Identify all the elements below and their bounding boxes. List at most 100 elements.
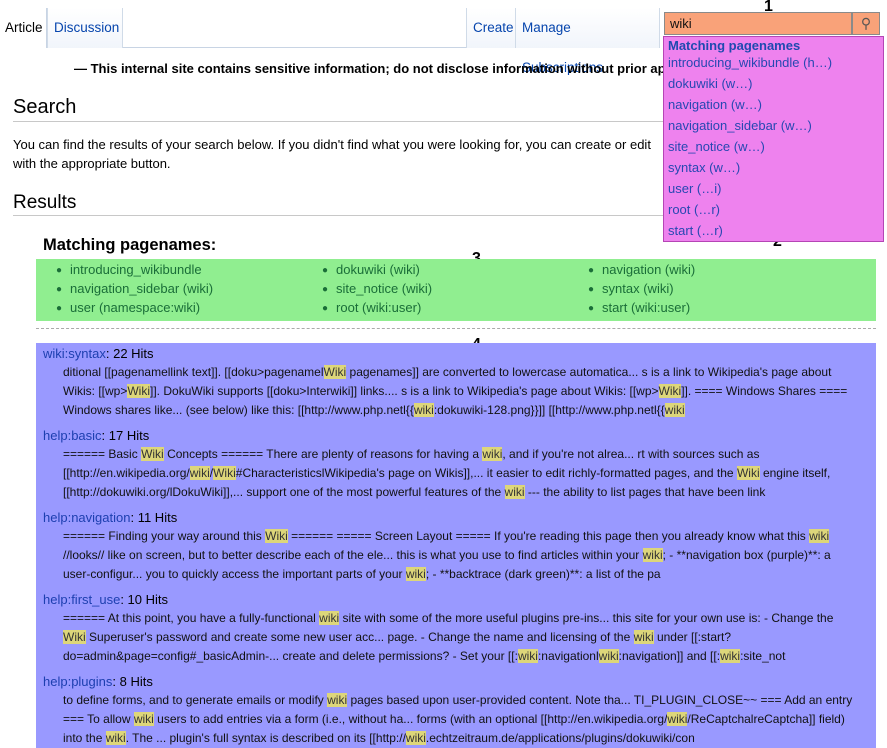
list-item[interactable]: ● introducing_wikibundle — [56, 262, 202, 277]
suggestion-item[interactable]: user (…i) — [668, 181, 721, 196]
highlight: wiki — [405, 731, 426, 745]
hit-count: : 22 Hits — [105, 346, 154, 361]
search-hit: help:first_use: 10 Hits ====== At this po… — [43, 591, 873, 666]
hit-count: : 10 Hits — [120, 592, 169, 607]
search-hit: help:plugins: 8 Hits to define forms, and… — [43, 673, 873, 748]
highlight: wiki — [482, 447, 503, 461]
search-hit: help:navigation: 11 Hits ====== Finding y… — [43, 509, 873, 584]
highlight: wiki — [327, 693, 348, 707]
tab-create[interactable]: Create — [466, 8, 516, 48]
hit-title: help:navigation: 11 Hits — [43, 509, 873, 527]
results-heading: Results — [13, 192, 77, 213]
title-divider — [13, 121, 663, 122]
suggestion-item[interactable]: root (…r) — [668, 202, 720, 217]
search-button[interactable]: ⚲ — [852, 12, 880, 35]
results-separator — [36, 328, 876, 329]
list-item[interactable]: ● site_notice (wiki) — [322, 281, 432, 296]
suggestion-item[interactable]: syntax (w…) — [668, 160, 740, 175]
highlight: wiki — [664, 403, 685, 417]
highlight: Wiki — [127, 384, 151, 398]
hit-page-link[interactable]: help:basic — [43, 428, 102, 443]
suggestion-item[interactable]: navigation_sidebar (w…) — [668, 118, 812, 133]
highlight: Wiki — [736, 466, 760, 480]
list-item[interactable]: ● navigation (wiki) — [588, 262, 695, 277]
hit-snippet-line: === To allow wiki users to add entries v… — [63, 712, 845, 726]
tab-discussion[interactable]: Discussion — [47, 8, 123, 48]
search-input[interactable]: wiki — [664, 12, 852, 35]
list-item[interactable]: ● navigation_sidebar (wiki) — [56, 281, 213, 296]
suggestion-item[interactable]: dokuwiki (w…) — [668, 76, 753, 91]
page-title: Search — [13, 96, 77, 118]
callout-1: 1 — [764, 0, 773, 15]
highlight: wiki — [517, 649, 538, 663]
suggestion-item[interactable]: site_notice (w…) — [668, 139, 765, 154]
hit-count: : 8 Hits — [112, 674, 153, 689]
hit-snippet-line: Windows shares like... (see below) like … — [63, 403, 685, 417]
highlight: wiki — [189, 466, 210, 480]
hit-title: help:basic: 17 Hits — [43, 427, 873, 445]
highlight: wiki — [133, 712, 154, 726]
suggestions-heading: Matching pagenames — [668, 38, 801, 53]
hit-title: help:first_use: 10 Hits — [43, 591, 873, 609]
hit-snippet-line: [[http://en.wikipedia.org/wiki/Wiki#Char… — [63, 466, 831, 480]
hit-count: : 11 Hits — [130, 510, 178, 525]
highlight: wiki — [809, 529, 830, 543]
site-notice: — This internal site contains sensitive … — [74, 61, 663, 76]
matching-pagenames-heading: Matching pagenames: — [43, 236, 217, 254]
list-item[interactable]: ● syntax (wiki) — [588, 281, 674, 296]
highlight: wiki — [642, 548, 663, 562]
tab-article[interactable]: Article — [0, 8, 47, 48]
highlight: wiki — [504, 485, 525, 499]
search-hit: wiki:syntax: 22 Hits ditional [[pagenamel… — [43, 345, 873, 420]
matching-pagenames-list: ● introducing_wikibundle ● dokuwiki (wiki)… — [36, 259, 876, 321]
list-item[interactable]: ● dokuwiki (wiki) — [322, 262, 420, 277]
hit-page-link[interactable]: wiki:syntax — [43, 346, 106, 361]
highlight: wiki — [405, 567, 426, 581]
suggestion-item[interactable]: introducing_wikibundle (h…) — [668, 55, 832, 70]
hit-snippet-line: //looks// like on screen, but to better … — [63, 548, 831, 562]
hit-snippet-line: ====== At this point, you have a fully-f… — [63, 611, 834, 625]
highlight: wiki — [598, 649, 619, 663]
highlight: Wiki — [63, 630, 86, 644]
highlight: wiki — [105, 731, 126, 745]
highlight: wiki — [413, 403, 434, 417]
hit-snippet-line: into the wiki. The ... plugin's full syn… — [63, 731, 695, 745]
hit-count: : 17 Hits — [101, 428, 150, 443]
suggestion-item[interactable]: navigation (w…) — [668, 97, 762, 112]
search-hit: help:basic: 17 Hits ====== Basic Wiki Con… — [43, 427, 873, 502]
tab-bar: Article Discussion Create Manage Subscri… — [0, 8, 660, 75]
highlight: wiki — [720, 649, 741, 663]
wiki-search-page: Article Discussion Create Manage Subscri… — [0, 0, 887, 748]
hit-snippet-line: Wiki Superuser's password and create som… — [63, 630, 731, 644]
hit-snippet-line: ====== Basic Wiki Concepts ====== There … — [63, 447, 760, 461]
list-item[interactable]: ● start (wiki:user) — [588, 300, 690, 315]
hit-snippet-line: user-configur... you to quickly access t… — [63, 567, 661, 581]
highlight: wiki — [319, 611, 340, 625]
hit-title: wiki:syntax: 22 Hits — [43, 345, 873, 363]
list-item[interactable]: ● root (wiki:user) — [322, 300, 421, 315]
tab-manage-subscriptions[interactable]: Manage Subscriptions — [516, 8, 660, 75]
highlight: Wiki — [658, 384, 682, 398]
highlight: wiki — [633, 630, 654, 644]
hit-snippet-line: Wikis: [[wp>Wiki]]. DokuWiki supports [[… — [63, 384, 848, 398]
search-intro-text: You can find the results of your search … — [13, 137, 651, 171]
results-divider — [13, 215, 663, 216]
highlight: wiki — [667, 712, 688, 726]
highlight: Wiki — [213, 466, 236, 480]
hit-snippet-line: to define forms, and to generate emails … — [63, 693, 853, 707]
hit-page-link[interactable]: help:first_use — [43, 592, 120, 607]
highlight: Wiki — [323, 365, 347, 379]
hit-page-link[interactable]: help:navigation — [43, 510, 130, 525]
suggestion-item[interactable]: start (…r) — [668, 223, 723, 238]
search-icon: ⚲ — [860, 15, 872, 31]
highlight: Wiki — [141, 447, 164, 461]
search-suggestions-dropdown: Matching pagenames introducing_wikibundl… — [663, 36, 884, 242]
list-item[interactable]: ● user (namespace:wiki) — [56, 300, 200, 315]
fulltext-results: wiki:syntax: 22 Hits ditional [[pagenamel… — [36, 343, 876, 748]
hit-snippet-line: do=admin&page=config#_basicAdmin-... cre… — [63, 649, 786, 663]
hit-snippet-line: [[http://dokuwiki.org/lDokuWiki]],... su… — [63, 485, 766, 499]
hit-snippet-line: ====== Finding your way around this Wiki… — [63, 529, 830, 543]
highlight: Wiki — [265, 529, 288, 543]
hit-snippet-line: ditional [[pagenamellink text]]. [[doku>… — [63, 365, 832, 379]
hit-page-link[interactable]: help:plugins — [43, 674, 112, 689]
